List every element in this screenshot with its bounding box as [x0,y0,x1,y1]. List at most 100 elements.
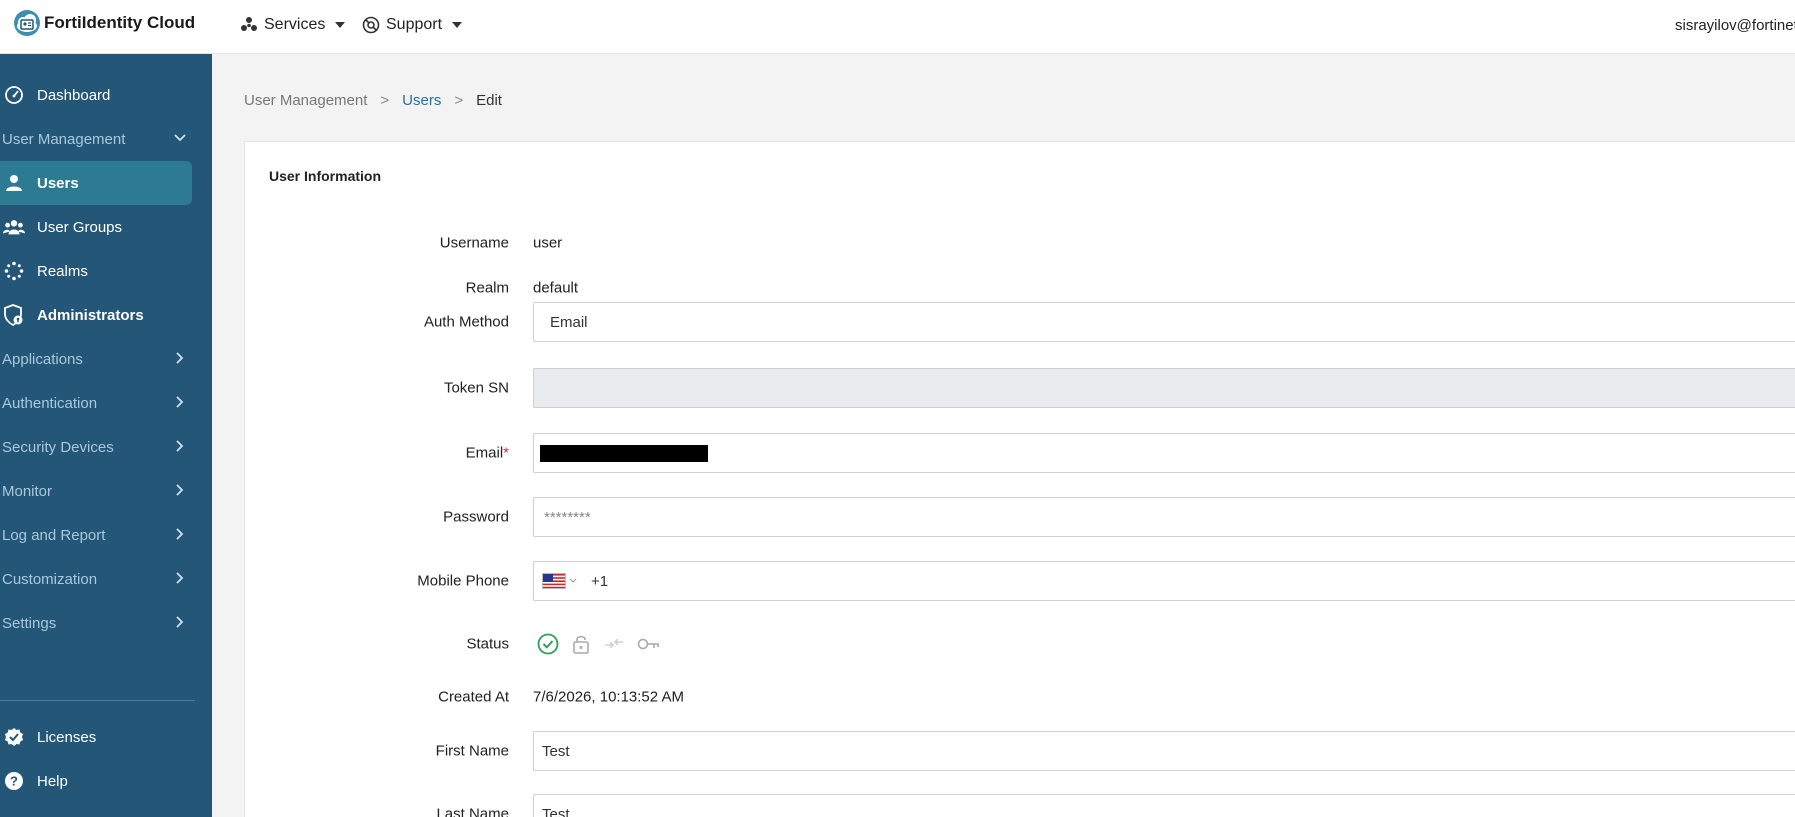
realm-label: Realm [465,279,509,297]
chevron-right-icon [176,616,184,628]
status-row: Status [245,624,1795,664]
token-sn-label: Token SN [443,379,509,397]
breadcrumb-separator: > [380,92,390,109]
sidebar-section-customization[interactable]: Customization [0,557,212,601]
breadcrumb-user-management[interactable]: User Management [244,92,367,109]
auth-method-row: Auth Method Email [245,302,1795,342]
chevron-down-icon [452,22,463,28]
sidebar-item-users[interactable]: Users [0,161,192,205]
support-label: Support [386,16,443,33]
password-value: ******** [544,508,591,526]
cloud-logo-icon [14,10,40,36]
mobile-phone-label: Mobile Phone [417,572,509,590]
password-field[interactable]: ******** [533,497,1795,537]
sidebar-section-label: Monitor [2,482,53,500]
sidebar-item-label: Administrators [37,306,144,324]
created-at-row: Created At 7/6/2026, 10:13:52 AM [245,677,1795,717]
sidebar-section-security-devices[interactable]: Security Devices [0,425,212,469]
token-sn-input [533,368,1795,408]
status-label: Status [466,635,509,653]
sidebar-item-label: Licenses [37,728,97,746]
brand[interactable]: FortiIdentity Cloud [12,8,195,38]
sidebar-section-user-management[interactable]: User Management [0,117,212,161]
sidebar-section-label: Authentication [2,394,98,412]
created-at-value: 7/6/2026, 10:13:52 AM [533,688,684,706]
sidebar-item-label: Help [37,772,68,790]
help-icon: ? [3,770,25,792]
section-title: User Information [269,168,382,184]
user-account-menu[interactable]: sisrayilov@fortinet [1675,17,1795,34]
active-check-icon[interactable] [537,633,559,655]
first-name-value: Test [542,742,570,760]
us-flag-icon[interactable] [542,573,566,589]
sidebar-item-label: Dashboard [37,86,111,104]
sidebar-section-label: Customization [2,570,98,588]
chevron-right-icon [176,528,184,540]
email-field[interactable] [533,433,1795,473]
bypass-arrows-icon[interactable] [603,633,625,655]
breadcrumb: User Management > Users > Edit [244,92,502,109]
realms-icon [3,260,25,282]
sidebar-section-label: Applications [2,350,83,368]
first-name-label: First Name [435,742,509,760]
chevron-right-icon [176,396,184,408]
chevron-right-icon [176,484,184,496]
first-name-field[interactable]: Test [533,731,1795,771]
chevron-right-icon [176,352,184,364]
token-sn-row: Token SN [245,368,1795,408]
user-group-icon [3,216,25,238]
last-name-field[interactable]: Test [533,794,1795,817]
last-name-label: Last Name [436,805,509,817]
svg-text:?: ? [10,774,18,789]
mobile-phone-row: Mobile Phone +1 [245,561,1795,601]
sidebar-item-label: User Groups [37,218,123,236]
auth-method-label: Auth Method [423,313,509,331]
sidebar-item-user-groups[interactable]: User Groups [0,205,212,249]
breadcrumb-current: Edit [476,92,502,109]
country-code: +1 [591,572,609,590]
auth-method-select[interactable]: Email [533,302,1795,342]
sidebar-section-monitor[interactable]: Monitor [0,469,212,513]
email-label: Email* [465,444,509,462]
email-row: Email* [245,433,1795,473]
brand-name: FortiIdentity Cloud [44,13,196,32]
status-icons [537,633,661,655]
key-icon[interactable] [637,637,661,651]
redacted-email [540,444,708,462]
user-icon [3,172,25,194]
username-value: user [533,234,563,252]
lock-icon[interactable] [571,633,591,655]
breadcrumb-users-link[interactable]: Users [402,92,441,109]
support-menu[interactable]: Support [362,16,463,34]
chevron-right-icon [176,440,184,452]
first-name-row: First Name Test [245,731,1795,771]
services-icon [241,17,257,31]
sidebar-divider [0,700,195,701]
sidebar-section-label: Settings [2,614,57,632]
last-name-value: Test [542,805,570,817]
sidebar-section-label: Security Devices [2,438,114,456]
sidebar-section-log-and-report[interactable]: Log and Report [0,513,212,557]
user-information-card: User Information Username user Realm def… [244,141,1795,817]
sidebar-item-realms[interactable]: Realms [0,249,212,293]
sidebar-item-help[interactable]: ? Help [0,759,212,803]
realm-value: default [533,279,579,297]
admin-shield-icon [3,304,25,326]
username-label: Username [439,234,509,252]
sidebar: Dashboard User Management Users User Gro… [0,54,212,817]
sidebar-item-licenses[interactable]: Licenses [0,715,212,759]
last-name-row: Last Name Test [245,794,1795,817]
chevron-right-icon [176,572,184,584]
password-label: Password [443,508,509,526]
sidebar-item-dashboard[interactable]: Dashboard [0,73,212,117]
sidebar-section-settings[interactable]: Settings [0,601,212,645]
services-menu[interactable]: Services [240,16,346,34]
sidebar-section-authentication[interactable]: Authentication [0,381,212,425]
chevron-down-icon [335,22,346,28]
sidebar-item-administrators[interactable]: Administrators [0,293,212,337]
required-marker: * [503,444,509,462]
support-icon [362,16,380,34]
chevron-down-icon [174,134,186,142]
sidebar-section-applications[interactable]: Applications [0,337,212,381]
mobile-phone-field[interactable]: +1 [533,561,1795,601]
